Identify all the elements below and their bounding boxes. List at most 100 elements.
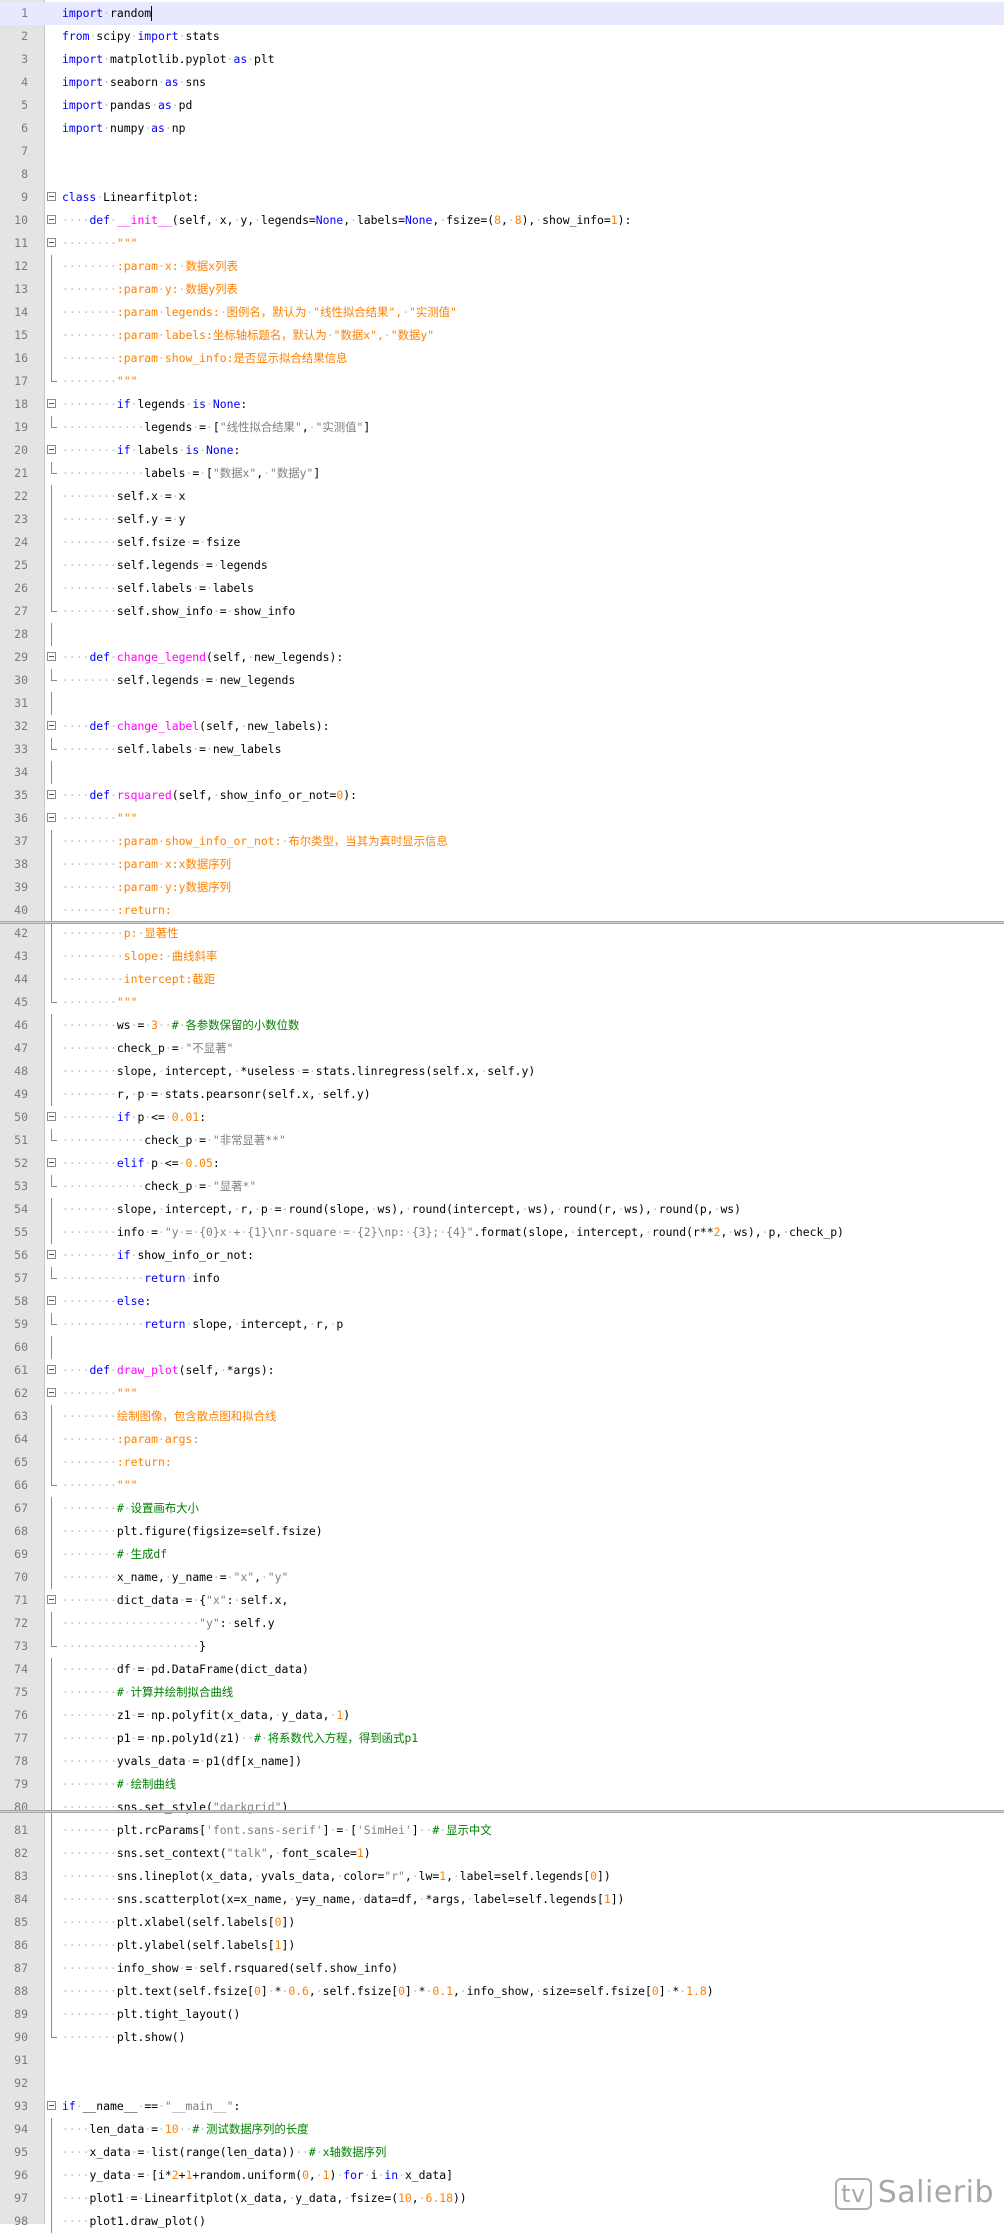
code-line[interactable]: 71 ········dict_data·=·{"x":·self.x,	[0, 1589, 1004, 1612]
code-line[interactable]: 72 ····················"y":·self.y	[0, 1612, 1004, 1635]
fold-toggle-icon[interactable]	[47, 1250, 56, 1259]
code-line[interactable]: 1 import·random	[0, 2, 1004, 25]
code-line[interactable]: 14 ········:param·legends:·图例名，默认为·"线性拟合结…	[0, 301, 1004, 324]
code-line[interactable]: 11 ········"""	[0, 232, 1004, 255]
code-line[interactable]: 83 ········sns.lineplot(x_data,·yvals_dat…	[0, 1865, 1004, 1888]
code-line[interactable]: 43 ·········slope:·曲线斜率	[0, 945, 1004, 968]
code-line[interactable]: 58 ········else:	[0, 1290, 1004, 1313]
code-line[interactable]: 7	[0, 140, 1004, 163]
code-line[interactable]: 82 ········sns.set_context("talk",·font_s…	[0, 1842, 1004, 1865]
code-line[interactable]: 89 ········plt.tight_layout()	[0, 2003, 1004, 2026]
code-line[interactable]: 26 ········self.labels·=·labels	[0, 577, 1004, 600]
code-line[interactable]: 5 import·pandas·as·pd	[0, 94, 1004, 117]
code-line[interactable]: 48 ········slope,·intercept,·*useless·=·s…	[0, 1060, 1004, 1083]
code-line[interactable]: 39 ········:param·y:y数据序列	[0, 876, 1004, 899]
code-line[interactable]: 76 ········z1·=·np.polyfit(x_data,·y_data…	[0, 1704, 1004, 1727]
code-line[interactable]: 80 ········sns.set_style("darkgrid")	[0, 1796, 1004, 1819]
code-line[interactable]: 30 ········self.legends·=·new_legends	[0, 669, 1004, 692]
code-line[interactable]: 53 ············check_p·=·"显著*"	[0, 1175, 1004, 1198]
fold-toggle-icon[interactable]	[47, 399, 56, 408]
fold-toggle-icon[interactable]	[47, 215, 56, 224]
code-line[interactable]: 40 ········:return:	[0, 899, 1004, 922]
code-line[interactable]: 61 ····def·draw_plot(self,·*args):	[0, 1359, 1004, 1382]
code-line[interactable]: 18 ········if·legends·is·None:	[0, 393, 1004, 416]
code-line[interactable]: 38 ········:param·x:x数据序列	[0, 853, 1004, 876]
code-line[interactable]: 66 ········"""	[0, 1474, 1004, 1497]
code-line[interactable]: 45 ········"""	[0, 991, 1004, 1014]
code-line[interactable]: 44 ·········intercept:截距	[0, 968, 1004, 991]
fold-toggle-icon[interactable]	[47, 1388, 56, 1397]
code-line[interactable]: 17 ········"""	[0, 370, 1004, 393]
code-line[interactable]: 24 ········self.fsize·=·fsize	[0, 531, 1004, 554]
code-line[interactable]: 52 ········elif·p·<=·0.05:	[0, 1152, 1004, 1175]
code-line[interactable]: 32 ····def·change_label(self,·new_labels)…	[0, 715, 1004, 738]
code-line[interactable]: 85 ········plt.xlabel(self.labels[0])	[0, 1911, 1004, 1934]
code-line[interactable]: 81 ········plt.rcParams['font.sans-serif'…	[0, 1819, 1004, 1842]
code-line[interactable]: 90 ········plt.show()	[0, 2026, 1004, 2049]
code-line[interactable]: 20 ········if·labels·is·None:	[0, 439, 1004, 462]
code-line[interactable]: 12 ········:param·x:·数据x列表	[0, 255, 1004, 278]
fold-toggle-icon[interactable]	[47, 1296, 56, 1305]
code-line[interactable]: 65 ········:return:	[0, 1451, 1004, 1474]
code-line[interactable]: 98 ····plot1.draw_plot()	[0, 2210, 1004, 2233]
code-line[interactable]: 31	[0, 692, 1004, 715]
code-line[interactable]: 29 ····def·change_legend(self,·new_legend…	[0, 646, 1004, 669]
code-line[interactable]: 57 ············return·info	[0, 1267, 1004, 1290]
code-editor[interactable]: 1 import·random 2 from·scipy·import·stats 3 i…	[0, 0, 1004, 2233]
code-line[interactable]: 10 ····def·__init__(self,·x,·y,·legends=N…	[0, 209, 1004, 232]
code-line[interactable]: 78 ········yvals_data·=·p1(df[x_name])	[0, 1750, 1004, 1773]
code-line[interactable]: 2 from·scipy·import·stats	[0, 25, 1004, 48]
code-line[interactable]: 19 ············legends·=·["线性拟合结果",·"实测值"…	[0, 416, 1004, 439]
code-line[interactable]: 8	[0, 163, 1004, 186]
code-line[interactable]: 42 ·········p:·显著性	[0, 922, 1004, 945]
code-line[interactable]: 68 ········plt.figure(figsize=self.fsize)	[0, 1520, 1004, 1543]
code-line[interactable]: 93 if·__name__·==·"__main__":	[0, 2095, 1004, 2118]
code-line[interactable]: 74 ········df·=·pd.DataFrame(dict_data)	[0, 1658, 1004, 1681]
code-line[interactable]: 86 ········plt.ylabel(self.labels[1])	[0, 1934, 1004, 1957]
code-line[interactable]: 28	[0, 623, 1004, 646]
code-line[interactable]: 3 import·matplotlib.pyplot·as·plt	[0, 48, 1004, 71]
code-line[interactable]: 50 ········if·p·<=·0.01:	[0, 1106, 1004, 1129]
fold-toggle-icon[interactable]	[47, 445, 56, 454]
fold-toggle-icon[interactable]	[47, 1595, 56, 1604]
split-divider-2[interactable]	[0, 1810, 1004, 1813]
code-line[interactable]: 95 ····x_data·=·list(range(len_data))··#·…	[0, 2141, 1004, 2164]
code-line[interactable]: 70 ········x_name,·y_name·=·"x",·"y"	[0, 1566, 1004, 1589]
code-line[interactable]: 36 ········"""	[0, 807, 1004, 830]
code-line[interactable]: 22 ········self.x·=·x	[0, 485, 1004, 508]
code-line[interactable]: 35 ····def·rsquared(self,·show_info_or_no…	[0, 784, 1004, 807]
code-line[interactable]: 75 ········#·计算并绘制拟合曲线	[0, 1681, 1004, 1704]
code-line[interactable]: 4 import·seaborn·as·sns	[0, 71, 1004, 94]
fold-toggle-icon[interactable]	[47, 1158, 56, 1167]
fold-toggle-icon[interactable]	[47, 652, 56, 661]
code-line[interactable]: 69 ········#·生成df	[0, 1543, 1004, 1566]
code-line[interactable]: 59 ············return·slope,·intercept,·r…	[0, 1313, 1004, 1336]
code-line[interactable]: 84 ········sns.scatterplot(x=x_name,·y=y_…	[0, 1888, 1004, 1911]
fold-toggle-icon[interactable]	[47, 192, 56, 201]
code-line[interactable]: 16 ········:param·show_info:是否显示拟合结果信息	[0, 347, 1004, 370]
code-line[interactable]: 67 ········#·设置画布大小	[0, 1497, 1004, 1520]
code-line[interactable]: 37 ········:param·show_info_or_not:·布尔类型，…	[0, 830, 1004, 853]
code-line[interactable]: 79 ········#·绘制曲线	[0, 1773, 1004, 1796]
code-line[interactable]: 49 ········r,·p·=·stats.pearsonr(self.x,·…	[0, 1083, 1004, 1106]
code-line[interactable]: 23 ········self.y·=·y	[0, 508, 1004, 531]
code-line[interactable]: 9 class·Linearfitplot:	[0, 186, 1004, 209]
code-line[interactable]: 73 ····················}	[0, 1635, 1004, 1658]
code-line[interactable]: 51 ············check_p·=·"非常显著**"	[0, 1129, 1004, 1152]
code-line[interactable]: 91	[0, 2049, 1004, 2072]
fold-toggle-icon[interactable]	[47, 1112, 56, 1121]
code-line[interactable]: 13 ········:param·y:·数据y列表	[0, 278, 1004, 301]
code-line[interactable]: 56 ········if·show_info_or_not:	[0, 1244, 1004, 1267]
code-line[interactable]: 21 ············labels·=·["数据x",·"数据y"]	[0, 462, 1004, 485]
code-line[interactable]: 92	[0, 2072, 1004, 2095]
code-line[interactable]: 87 ········info_show·=·self.rsquared(self…	[0, 1957, 1004, 1980]
code-line[interactable]: 27 ········self.show_info·=·show_info	[0, 600, 1004, 623]
code-line[interactable]: 94 ····len_data·=·10··#·测试数据序列的长度	[0, 2118, 1004, 2141]
code-line[interactable]: 34	[0, 761, 1004, 784]
fold-toggle-icon[interactable]	[47, 790, 56, 799]
fold-toggle-icon[interactable]	[47, 721, 56, 730]
code-line[interactable]: 63 ········绘制图像，包含散点图和拟合线	[0, 1405, 1004, 1428]
code-line[interactable]: 47 ········check_p·=·"不显著"	[0, 1037, 1004, 1060]
code-line[interactable]: 33 ········self.labels·=·new_labels	[0, 738, 1004, 761]
fold-toggle-icon[interactable]	[47, 1365, 56, 1374]
